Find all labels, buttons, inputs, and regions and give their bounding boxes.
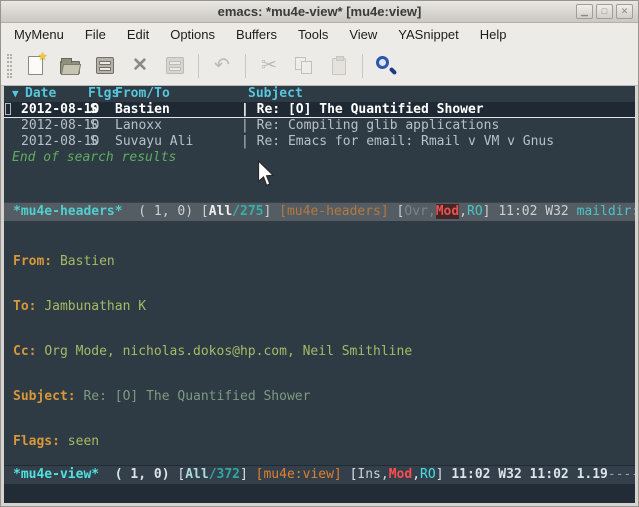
title-bar[interactable]: emacs: *mu4e-view* [mu4e:view] ▁ □ ✕ [1,1,638,23]
row-date: 2012-08-10 [12,134,88,150]
row-flags: S [88,102,115,117]
modified-flag: Mod [436,204,459,219]
undo-button: ↶ [207,51,237,81]
save-icon [96,57,114,74]
filter-all: All [185,467,208,482]
row-flags: S [88,118,115,134]
field-to: To: Jambunathan K [13,299,635,314]
buffer-name: *mu4e-headers* [13,204,123,219]
cursor-position: ( 1, 0) [123,204,201,219]
close-button[interactable]: ✕ [616,4,633,19]
menu-item-mymenu[interactable]: MyMenu [11,26,67,43]
sort-descending-icon[interactable]: ▼ [12,86,25,102]
filter-all: All [209,204,232,219]
field-subject: Subject: Re: [O] The Quantified Shower [13,389,635,404]
delete-icon: ✕ [132,56,148,75]
field-flags: Flags: seen [13,434,635,449]
minimize-button[interactable]: ▁ [576,4,593,19]
field-from: From: Bastien [13,254,635,269]
message-count: /275 [232,204,263,219]
menu-bar: MyMenu File Edit Options Buffers Tools V… [1,23,638,46]
maximize-button[interactable]: □ [596,4,613,19]
undo-icon: ↶ [214,56,230,75]
row-date: 2012-08-10 [12,102,88,117]
row-subject: | Re: Emacs for email: Rmail v VM v Gnus [241,134,635,150]
menu-item-edit[interactable]: Edit [124,26,152,43]
paste-button [324,51,354,81]
search-button[interactable] [371,51,401,81]
read-only-flag: RO [467,204,483,219]
toolbar-separator [245,54,246,78]
menu-item-options[interactable]: Options [167,26,218,43]
row-flags: S [88,134,115,150]
buffer-name: *mu4e-view* [13,467,99,482]
window-controls: ▁ □ ✕ [576,4,633,19]
copy-icon [295,57,313,75]
modeline-status: 11:02 W32 [498,204,576,219]
open-file-button[interactable] [55,51,85,81]
overwrite-flag: Ovr, [404,204,435,219]
cursor-position: ( 1, 0) [99,467,177,482]
menu-item-tools[interactable]: Tools [295,26,331,43]
column-header-subject[interactable]: Subject [241,86,635,102]
search-icon [374,54,398,78]
menu-item-help[interactable]: Help [477,26,510,43]
save-as-icon [166,57,184,74]
delete-button[interactable]: ✕ [125,51,155,81]
emacs-frame: ▼ Date Flgs From/To Subject 2012-08-10 S… [4,86,635,503]
headers-column-row: ▼ Date Flgs From/To Subject [4,86,635,102]
row-subject: | Re: Compiling glib applications [241,118,635,134]
message-row[interactable]: 2012-08-10 S Suvayu Ali | Re: Emacs for … [4,134,635,150]
save-as-button [160,51,190,81]
row-date: 2012-08-10 [12,118,88,134]
message-row-selected[interactable]: 2012-08-10 S Bastien | Re: [O] The Quant… [4,102,635,118]
row-from: Lanoxx [115,118,241,134]
field-cc: Cc: Org Mode, nicholas.dokos@hp.com, Nei… [13,344,635,359]
major-mode: [mu4e-headers] [279,204,396,219]
copy-button [289,51,319,81]
modeline-headers: *mu4e-headers* ( 1, 0) [All/275] [mu4e-h… [4,202,635,221]
toolbar-separator [362,54,363,78]
paste-icon [332,58,346,75]
toolbar-drag-handle[interactable] [7,54,12,78]
column-header-from[interactable]: From/To [115,86,241,102]
mu4e-headers-window: ▼ Date Flgs From/To Subject 2012-08-10 S… [4,86,635,202]
message-count: /372 [209,467,240,482]
menu-item-file[interactable]: File [82,26,109,43]
major-mode: [mu4e:view] [256,467,350,482]
save-button[interactable] [90,51,120,81]
open-folder-icon [60,61,80,74]
end-of-results-message: End of search results [4,150,635,166]
cut-icon: ✂ [261,56,277,75]
menu-item-buffers[interactable]: Buffers [233,26,280,43]
minibuffer-echo-area[interactable] [4,484,635,503]
menu-item-yasnippet[interactable]: YASnippet [395,26,461,43]
menu-item-view[interactable]: View [346,26,380,43]
read-only-flag: RO [420,467,436,482]
new-file-button[interactable]: ★ [20,51,50,81]
modified-flag: Mod [389,467,412,482]
fringe-cursor [5,103,11,115]
toolbar-separator [198,54,199,78]
modeline-view: *mu4e-view* ( 1, 0) [All/372] [mu4e:view… [4,465,635,484]
maildir-indicator: maildir:/bulk [577,204,635,219]
emacs-window: emacs: *mu4e-view* [mu4e:view] ▁ □ ✕ MyM… [0,0,639,507]
column-header-date[interactable]: Date [25,86,88,102]
row-from: Suvayu Ali [115,134,241,150]
row-from: Bastien [115,102,241,117]
column-header-flags[interactable]: Flgs [88,86,115,102]
tool-bar: ★ ✕ ↶ ✂ [1,46,638,86]
cut-button: ✂ [254,51,284,81]
window-title: emacs: *mu4e-view* [mu4e:view] [63,4,576,19]
mu4e-view-window: From: Bastien To: Jambunathan K Cc: Org … [4,221,635,465]
new-file-icon: ★ [28,56,43,75]
insert-flag: Ins, [357,467,388,482]
row-subject: | Re: [O] The Quantified Shower [241,102,635,117]
modeline-status: 11:02 W32 11:02 1.19 [451,467,608,482]
message-row[interactable]: 2012-08-10 S Lanoxx | Re: Compiling glib… [4,118,635,134]
